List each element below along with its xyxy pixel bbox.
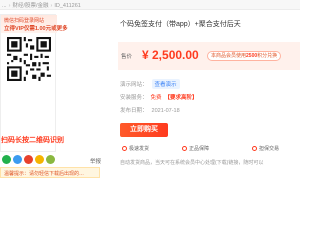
guarantee-list: 极速发货 正品保障 担保交易	[122, 145, 300, 155]
top-bar: ... › 财经/股票/金融 › ID_411261	[0, 0, 300, 10]
wechat-icon[interactable]	[2, 155, 11, 164]
breadcrumb-separator: ›	[50, 3, 53, 9]
vip-note-prefix: 本商品会员使用	[211, 53, 247, 59]
view-demo-button[interactable]: 查看演示	[151, 79, 180, 89]
vip-note-amount: 2500	[246, 53, 258, 59]
check-icon	[122, 146, 127, 151]
breadcrumb-item[interactable]: ...	[2, 3, 7, 9]
promo-header: 微信扫码登录网站 立得VIP仅需1.00元或更多	[1, 15, 68, 33]
date-label: 发布日期：	[120, 108, 148, 114]
guarantee-label: 极速发货	[129, 146, 150, 152]
guarantee-item: 担保交易	[252, 145, 279, 152]
notice-text: 温馨提示：请勿轻信下载后出现的…	[4, 171, 85, 177]
price-box: 售价 ¥ 2,500.00 本商品会员使用2500积分兑换	[118, 42, 300, 70]
qq-icon[interactable]	[13, 155, 22, 164]
breadcrumb-item[interactable]: 财经/股票/金融	[12, 3, 48, 9]
install-row: 安装服务： 免费 【要求高阶】	[120, 93, 198, 101]
guarantee-item: 极速发货	[122, 145, 149, 152]
demo-label: 演示网站：	[120, 82, 148, 88]
report-link[interactable]: 举报	[90, 157, 101, 165]
share-bar	[0, 155, 100, 165]
breadcrumb-separator: ›	[8, 3, 11, 9]
warning-notice: 温馨提示：请勿轻信下载后出现的…	[0, 167, 100, 178]
qr-code[interactable]	[7, 37, 51, 81]
promo-line-1: 微信扫码登录网站	[4, 18, 45, 24]
price-label: 售价	[121, 54, 133, 60]
delivery-footnote: 自动发货商品，当天可在系统会员中心处理(下载)链接，随时可以	[120, 160, 264, 166]
date-row: 发布日期： 2021-07-18	[120, 106, 180, 114]
install-free-badge: 免费	[150, 95, 162, 101]
link-icon[interactable]	[46, 155, 55, 164]
vip-points-note: 本商品会员使用2500积分兑换	[207, 51, 282, 61]
demo-row: 演示网站： 查看演示	[120, 79, 180, 89]
wechat-login-promo: 微信扫码登录网站 立得VIP仅需1.00元或更多 扫码长按二维码识别	[0, 14, 68, 152]
breadcrumb: ... › 财经/股票/金融 › ID_411261	[2, 1, 81, 9]
install-label: 安装服务：	[120, 95, 148, 101]
product-title: 个码免签支付（带app）+聚合支付后天	[120, 21, 241, 28]
vip-note-suffix: 积分兑换	[257, 53, 278, 59]
promo-line-2: 立得VIP仅需1.00元或更多	[4, 26, 68, 32]
guarantee-label: 担保交易	[259, 146, 280, 152]
weibo-icon[interactable]	[24, 155, 33, 164]
buy-now-button[interactable]: 立即购买	[120, 123, 168, 137]
qzone-icon[interactable]	[35, 155, 44, 164]
guarantee-item: 正品保障	[182, 145, 209, 152]
breadcrumb-item: ID_411261	[54, 3, 81, 9]
promo-scan-text: 扫码长按二维码识别	[1, 137, 64, 144]
guarantee-label: 正品保障	[189, 146, 210, 152]
price-value: ¥ 2,500.00	[142, 48, 199, 62]
handshake-icon	[252, 146, 257, 151]
install-requirement-badge: 【要求高阶】	[164, 95, 198, 101]
shield-icon	[182, 146, 187, 151]
publish-date: 2021-07-18	[151, 108, 180, 114]
